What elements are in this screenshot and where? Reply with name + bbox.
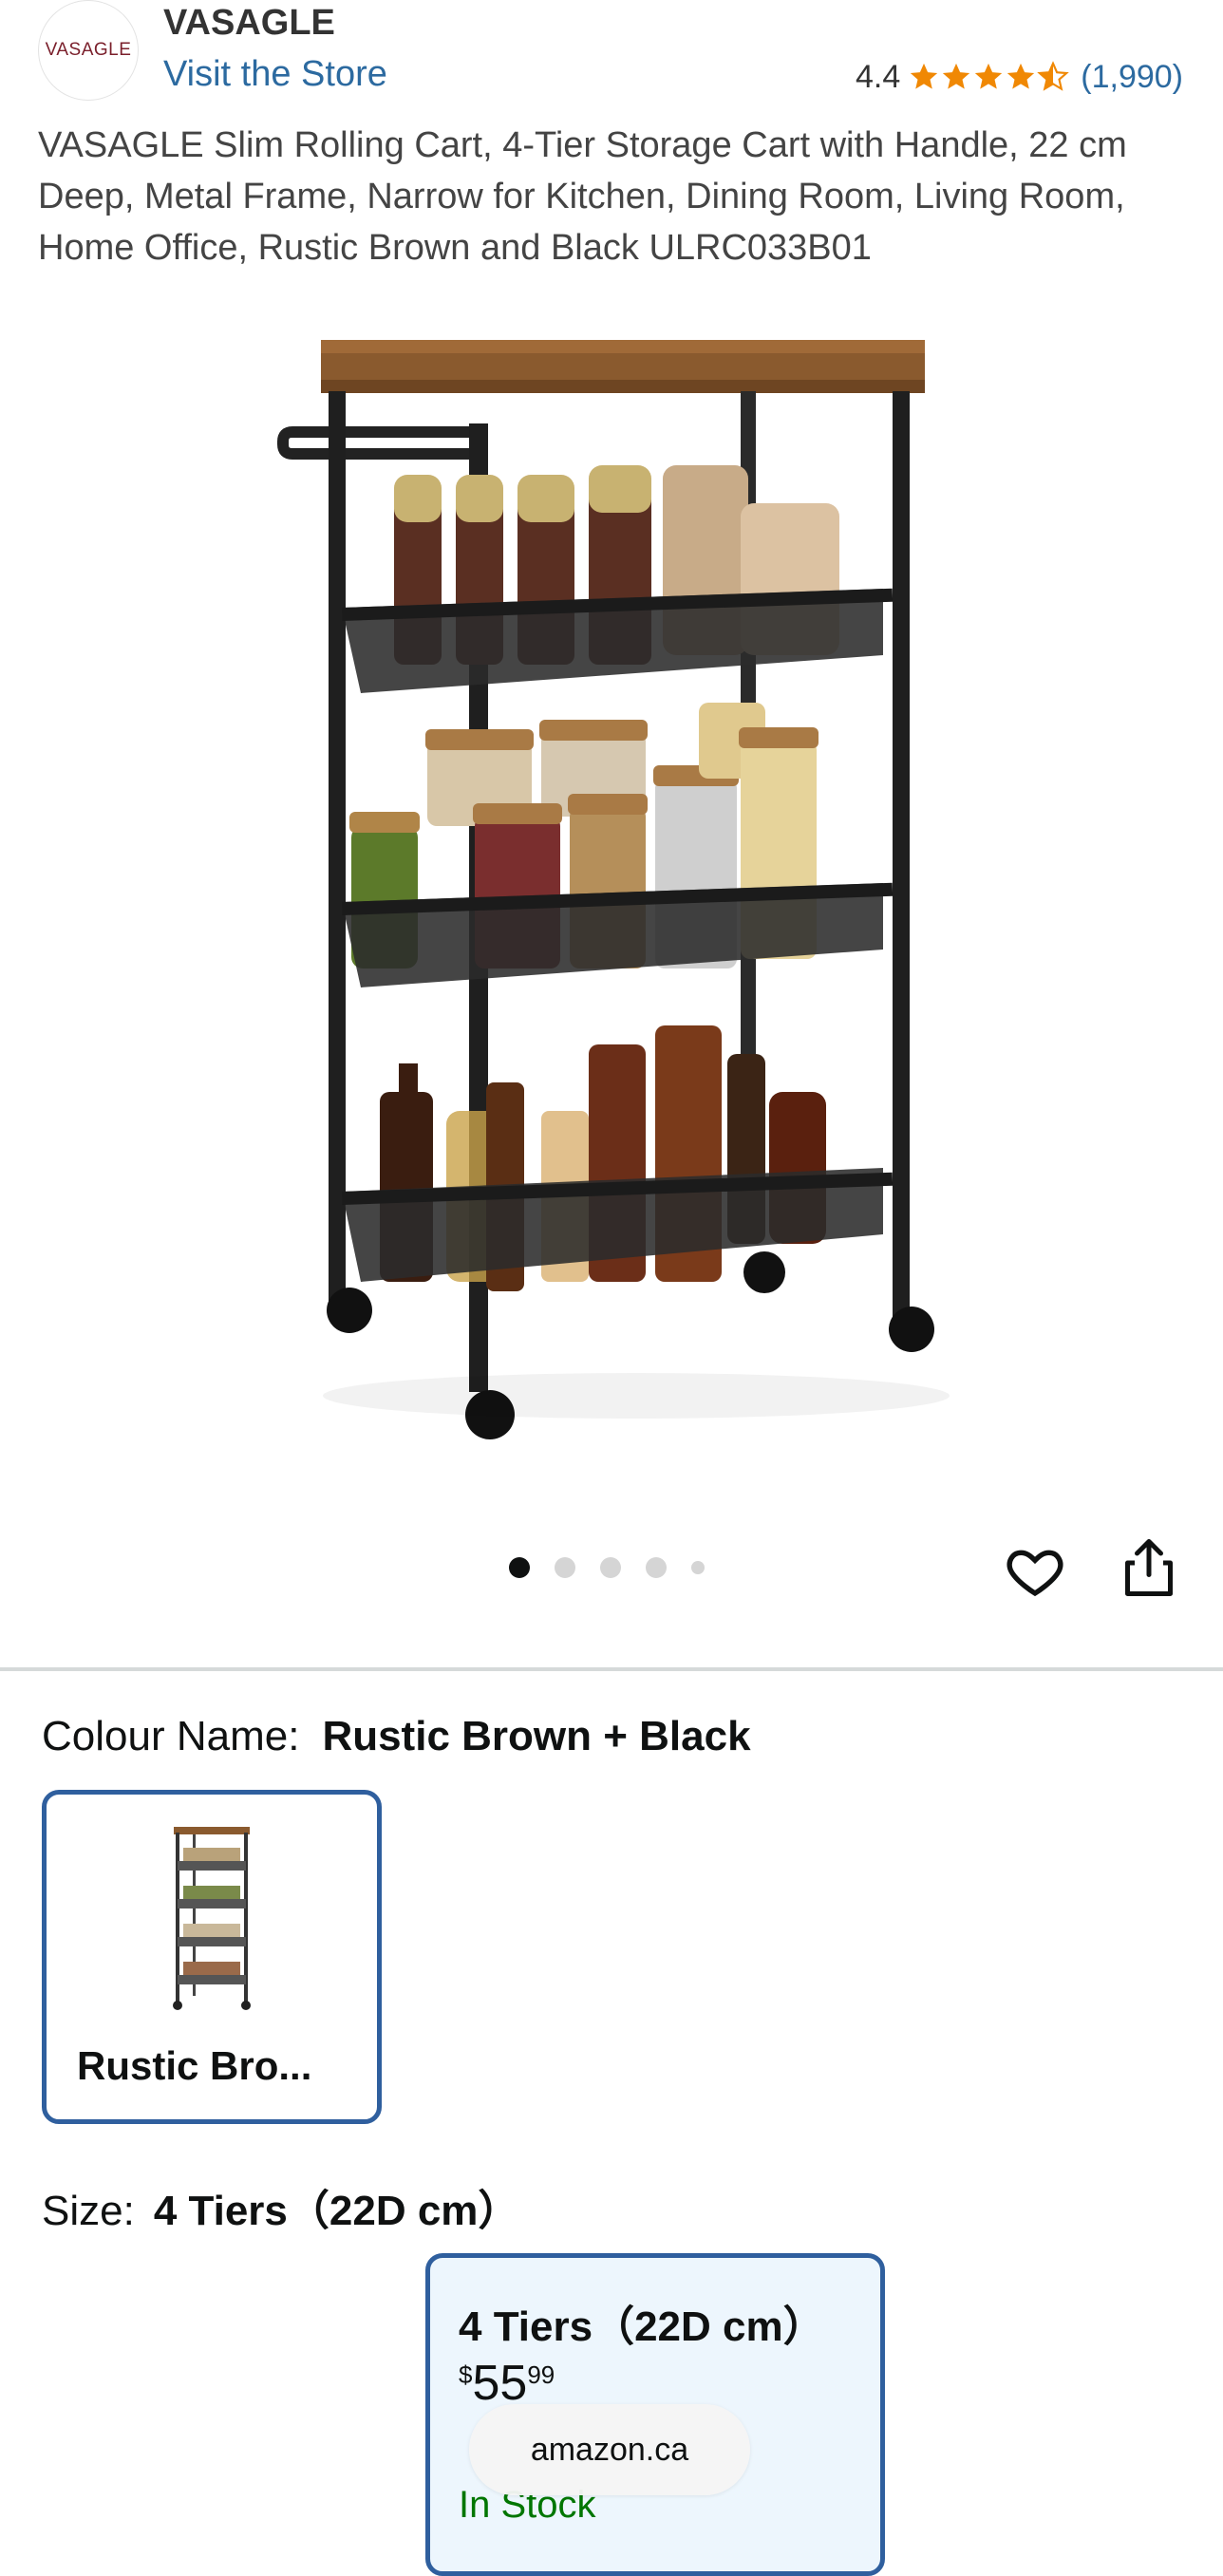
browser-domain: amazon.ca bbox=[530, 2431, 689, 2468]
carousel-dot[interactable] bbox=[600, 1557, 621, 1578]
rating-value: 4.4 bbox=[856, 58, 901, 95]
visit-store-link[interactable]: Visit the Store bbox=[163, 51, 387, 97]
size-label-text: Size: bbox=[42, 2188, 135, 2234]
star-icon bbox=[1007, 63, 1035, 89]
star-icon bbox=[911, 63, 938, 89]
share-icon[interactable] bbox=[1120, 1536, 1177, 1599]
star-icon bbox=[975, 63, 1003, 89]
star-icon bbox=[943, 63, 970, 89]
size-selector-label: Size: 4 Tiers（22D cm） bbox=[42, 2176, 519, 2237]
carousel-dot[interactable] bbox=[509, 1557, 530, 1578]
carousel-dot[interactable] bbox=[646, 1557, 667, 1578]
star-rating bbox=[908, 61, 1070, 93]
price-currency: $ bbox=[459, 2360, 473, 2389]
price-whole: 55 bbox=[472, 2356, 528, 2411]
image-carousel-dots[interactable] bbox=[509, 1557, 729, 1578]
colour-option-label: Rustic Bro... bbox=[77, 2043, 312, 2088]
product-image[interactable] bbox=[266, 332, 950, 1453]
colour-label-text: Colour Name: bbox=[42, 1713, 300, 1759]
product-title: VASAGLE Slim Rolling Cart, 4-Tier Storag… bbox=[38, 125, 1127, 268]
carousel-dot[interactable] bbox=[555, 1557, 575, 1578]
rating-count-link[interactable]: (1,990) bbox=[1081, 59, 1183, 96]
heart-icon[interactable] bbox=[1005, 1540, 1065, 1601]
browser-url-pill[interactable]: amazon.ca bbox=[469, 2404, 750, 2495]
colour-selected-value: Rustic Brown + Black bbox=[322, 1713, 751, 1759]
size-option-price: $ 55 99 bbox=[459, 2357, 555, 2410]
colour-selector-label: Colour Name: Rustic Brown + Black bbox=[42, 1713, 751, 1760]
half-star-icon bbox=[1037, 61, 1070, 91]
carousel-dot[interactable] bbox=[691, 1561, 705, 1574]
price-fraction: 99 bbox=[527, 2360, 555, 2389]
brand-logo-text: VASAGLE bbox=[45, 40, 132, 60]
brand-name: VASAGLE bbox=[163, 3, 335, 43]
brand-logo[interactable]: VASAGLE bbox=[38, 0, 139, 101]
size-selected-value: 4 Tiers（22D cm） bbox=[153, 2188, 520, 2234]
colour-option-thumbnail bbox=[173, 1827, 251, 2010]
rating-summary[interactable]: 4.4 (1,990) bbox=[856, 55, 1183, 99]
size-option-label: 4 Tiers（22D cm） bbox=[459, 2303, 825, 2350]
section-divider bbox=[0, 1667, 1223, 1671]
colour-option-swatch[interactable]: Rustic Bro... bbox=[42, 1790, 382, 2124]
